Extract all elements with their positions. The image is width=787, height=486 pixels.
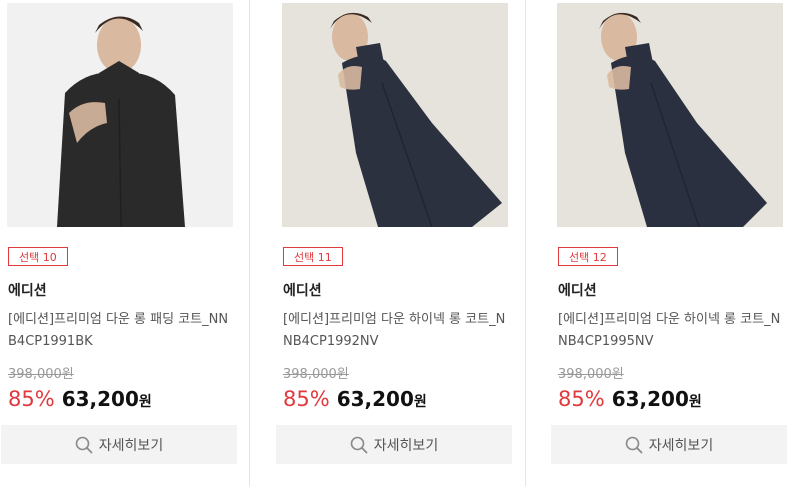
discount-rate: 85% [283,387,330,411]
search-icon [350,436,368,454]
sale-price: 63,200 [336,387,414,411]
product-name[interactable]: [에디션]프리미엄 다운 하이넥 롱 코트_NNB4CP1992NV [283,309,508,353]
price-row: 85% 63,200원 [8,387,152,411]
product-grid: 선택 10 에디션 [에디션]프리미엄 다운 롱 패딩 코트_NNB4CP199… [0,0,787,486]
sale-price: 63,200 [611,387,689,411]
discount-rate: 85% [8,387,55,411]
detail-button-label: 자세히보기 [648,437,714,454]
product-image[interactable] [282,3,508,227]
price-row: 85% 63,200원 [283,387,427,411]
original-price: 398,000원 [283,367,349,382]
search-icon [75,436,93,454]
model-illustration [282,3,508,227]
selection-badge: 선택 11 [283,247,343,266]
sale-price: 63,200 [61,387,139,411]
product-image[interactable] [557,3,783,227]
product-card: 선택 10 에디션 [에디션]프리미엄 다운 롱 패딩 코트_NNB4CP199… [1,0,237,486]
model-illustration [557,3,783,227]
product-card: 선택 12 에디션 [에디션]프리미엄 다운 하이넥 롱 코트_NNB4CP19… [551,0,787,486]
detail-button[interactable]: 자세히보기 [1,425,237,464]
detail-button[interactable]: 자세히보기 [276,425,512,464]
currency-unit: 원 [138,394,152,410]
detail-button-label: 자세히보기 [98,437,164,454]
price-row: 85% 63,200원 [558,387,702,411]
column-divider [249,0,250,486]
brand-name: 에디션 [8,283,47,299]
detail-button[interactable]: 자세히보기 [551,425,787,464]
search-icon [625,436,643,454]
model-illustration [7,3,233,227]
product-card: 선택 11 에디션 [에디션]프리미엄 다운 하이넥 롱 코트_NNB4CP19… [276,0,512,486]
product-name[interactable]: [에디션]프리미엄 다운 하이넥 롱 코트_NNB4CP1995NV [558,309,783,353]
brand-name: 에디션 [558,283,597,299]
brand-name: 에디션 [283,283,322,299]
selection-badge: 선택 12 [558,247,618,266]
original-price: 398,000원 [8,367,74,382]
column-divider [525,0,526,486]
product-image[interactable] [7,3,233,227]
currency-unit: 원 [688,394,702,410]
discount-rate: 85% [558,387,605,411]
product-name[interactable]: [에디션]프리미엄 다운 롱 패딩 코트_NNB4CP1991BK [8,309,233,353]
selection-badge: 선택 10 [8,247,68,266]
original-price: 398,000원 [558,367,624,382]
currency-unit: 원 [413,394,427,410]
detail-button-label: 자세히보기 [373,437,439,454]
